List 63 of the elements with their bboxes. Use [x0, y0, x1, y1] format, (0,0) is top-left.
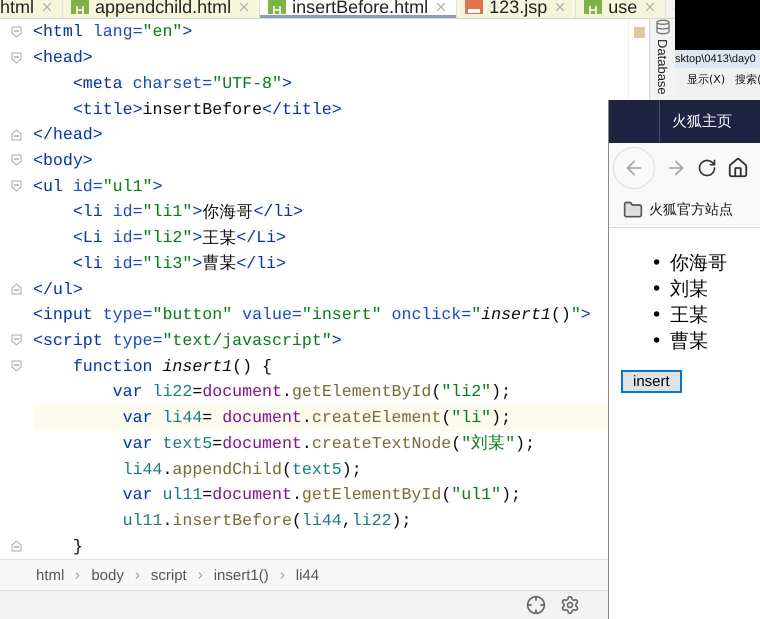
menu-item[interactable]: 显示(X) — [687, 72, 726, 86]
bullet: • — [651, 328, 662, 354]
code-line: var li22=document.getElementById("li2"); — [112, 381, 512, 404]
breadcrumb[interactable]: html — [36, 566, 64, 584]
list-item: 刘某 — [670, 276, 708, 302]
fold-icon[interactable] — [11, 128, 22, 141]
list-item: 王某 — [670, 302, 708, 328]
fold-icon[interactable] — [11, 334, 22, 346]
folder-icon — [623, 200, 643, 220]
code-line: ul11.insertBefore(li44,li22); — [122, 510, 412, 532]
fold-icon[interactable] — [11, 540, 22, 552]
crosshair-icon[interactable] — [526, 595, 546, 615]
editor-tab[interactable]: use — [576, 0, 666, 18]
code-line: <input type="button" value="insert" onclick="insert1()"> — [33, 304, 592, 326]
fold-icon[interactable] — [11, 52, 22, 64]
code-line: <Li id="li2">王某</Li> — [72, 227, 288, 250]
code-line: <ul id="ul1"> — [33, 176, 164, 198]
code-line: <head> — [33, 47, 94, 70]
list-item: 你海哥 — [670, 250, 728, 276]
bullet: • — [651, 276, 662, 302]
home-icon[interactable] — [727, 157, 749, 179]
code-line: li44.appendChild(text5); — [122, 458, 363, 481]
breadcrumb[interactable]: insert1() — [214, 566, 269, 584]
html-file-icon — [268, 0, 286, 14]
breadcrumb[interactable]: li44 — [296, 566, 320, 584]
code-line: <html lang="en"> — [33, 21, 194, 44]
code-line: <script type="text/javascript"> — [33, 330, 343, 352]
code-line: <meta charset="UTF-8"> — [72, 72, 293, 95]
html-file-icon — [71, 0, 90, 14]
fold-icon[interactable] — [11, 283, 22, 296]
address-path: sktop\0413\day0 — [675, 50, 760, 68]
reload-icon[interactable] — [697, 158, 717, 178]
settings-icon[interactable] — [560, 595, 580, 615]
code-line: </head> — [33, 124, 104, 146]
breadcrumb[interactable]: body — [91, 566, 124, 584]
editor-tab[interactable]: insertBefore.html — [260, 0, 458, 18]
warning-marker-icon[interactable] — [634, 27, 644, 38]
code-line: function insert1() { — [72, 356, 274, 378]
database-icon[interactable] — [654, 19, 670, 35]
editor-tab[interactable]: 123.jsp — [457, 0, 576, 18]
code-line: <li id="li3">曹某</li> — [72, 252, 288, 276]
list-item: 曹某 — [670, 328, 708, 354]
fold-icon[interactable] — [11, 180, 22, 192]
breadcrumb[interactable]: script — [150, 566, 187, 584]
bullet: • — [651, 250, 662, 276]
html-file-icon — [584, 0, 602, 14]
fold-icon[interactable] — [11, 26, 22, 38]
jsp-file-icon — [465, 0, 484, 14]
code-line: var ul11=document.getElementById("ul1"); — [122, 484, 522, 506]
fold-icon[interactable] — [11, 360, 22, 372]
code-line: <body> — [33, 150, 94, 172]
fold-icon[interactable] — [11, 154, 22, 166]
code-line: </ul> — [33, 278, 84, 301]
back-button[interactable] — [613, 147, 655, 189]
editor-tab[interactable]: appendchild.html — [63, 0, 260, 18]
side-panel-label[interactable]: Database — [655, 39, 670, 95]
code-line: <title>insertBefore</title> — [72, 98, 343, 121]
editor-tab[interactable]: html — [0, 0, 64, 18]
insert-button[interactable]: insert — [621, 370, 682, 393]
code-line: var text5=document.createTextNode("刘某"); — [122, 432, 536, 456]
code-line: } — [72, 536, 84, 558]
code-line: <li id="li1">你海哥</li> — [72, 201, 304, 224]
bullet: • — [651, 302, 662, 328]
